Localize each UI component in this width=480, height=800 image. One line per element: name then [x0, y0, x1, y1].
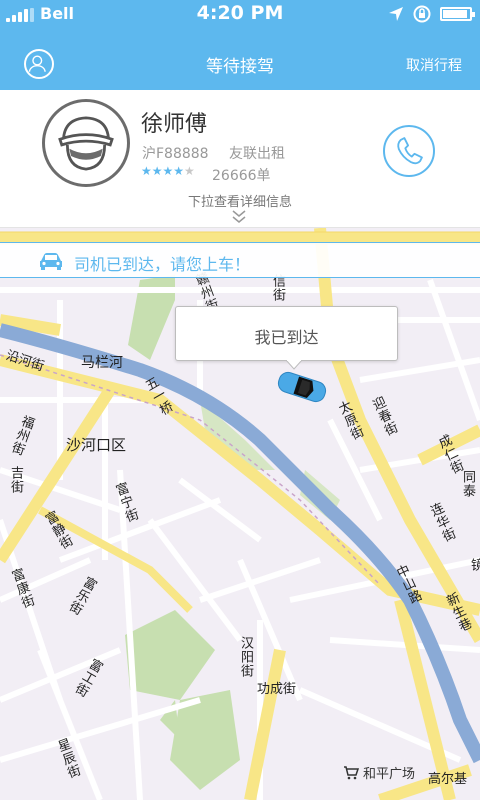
- rating-stars-filled: ★★★★: [141, 164, 185, 178]
- poi-heping-plaza[interactable]: 和平广场: [343, 763, 415, 782]
- map-label-hanyang: 汉阳街: [238, 636, 253, 678]
- call-driver-button[interactable]: [383, 125, 435, 177]
- battery-icon: [440, 7, 475, 21]
- taxi-marker-icon: [277, 371, 327, 403]
- callout-pointer: [286, 360, 302, 370]
- rating-stars-empty: ★: [184, 164, 195, 178]
- map-label-shahekou: 沙河口区: [66, 436, 127, 454]
- chevron-down-icon[interactable]: [230, 208, 248, 224]
- map-label-gaoerji: 高尔基: [428, 772, 468, 787]
- location-arrow-icon: [389, 7, 403, 21]
- map-label-malan: 马栏河: [81, 355, 123, 371]
- driver-avatar: [42, 99, 130, 187]
- status-bar: Bell 4:20 PM: [0, 0, 480, 28]
- shopping-cart-icon: [344, 765, 359, 779]
- map-label-gongcheng: 功成街: [257, 682, 297, 697]
- cancel-trip-button[interactable]: 取消行程: [406, 55, 462, 75]
- rotation-lock-icon: [413, 5, 431, 23]
- i-have-arrived-button[interactable]: 我已到达: [175, 306, 398, 361]
- poi-label: 和平广场: [363, 767, 416, 782]
- order-count: 26666单: [212, 168, 271, 184]
- driver-name: 徐师傅: [141, 112, 208, 137]
- phone-icon: [397, 137, 423, 165]
- map-label-tongtai: 同泰: [460, 470, 475, 498]
- car-icon: [40, 253, 62, 270]
- map-label-jing: 镜: [468, 558, 480, 572]
- top-bar: Bell 4:20 PM 等待接驾 取消行程: [0, 0, 480, 90]
- driver-arrived-text: 司机已到达，请您上车！: [74, 255, 251, 274]
- taxi-company: 友联出租: [229, 146, 285, 162]
- i-have-arrived-label: 我已到达: [254, 328, 319, 347]
- license-plate: 沪F88888: [142, 146, 209, 162]
- driver-card[interactable]: 徐师傅 沪F88888 友联出租 ★★★★★ 26666单 下拉查看详细信息: [0, 90, 480, 228]
- map-label-xin: 信街: [270, 274, 285, 302]
- driver-rating: ★★★★★: [141, 164, 195, 178]
- map-label-jixiang: 吉街: [8, 466, 23, 494]
- driver-arrived-banner: 司机已到达，请您上车！: [0, 242, 480, 278]
